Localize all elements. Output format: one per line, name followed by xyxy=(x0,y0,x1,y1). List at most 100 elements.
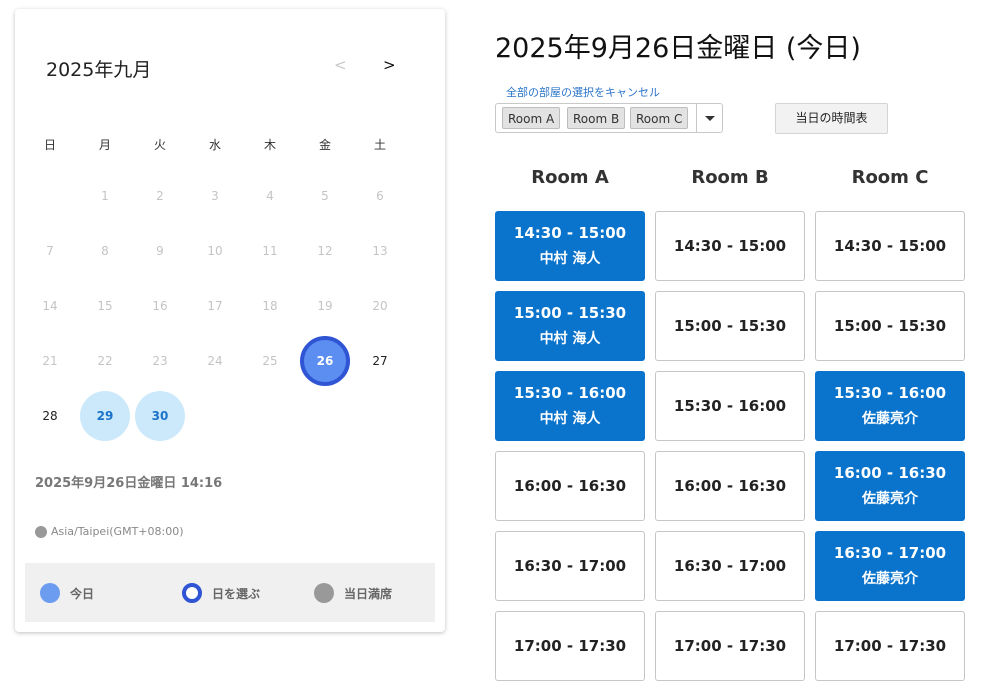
calendar-day-4: 4 xyxy=(266,189,274,203)
slot-time: 15:30 - 16:00 xyxy=(513,384,627,402)
time-slot[interactable]: 16:00 - 16:30 xyxy=(655,451,805,521)
slot-time: 17:00 - 17:30 xyxy=(833,637,947,655)
calendar-day-13: 13 xyxy=(372,244,388,258)
calendar-day-2: 2 xyxy=(156,189,164,203)
calendar-day-18: 18 xyxy=(262,299,278,313)
calendar-day-14: 14 xyxy=(42,299,58,313)
slot-time: 15:00 - 15:30 xyxy=(673,317,787,335)
time-slot[interactable]: 16:30 - 17:00 xyxy=(495,531,645,601)
slot-time: 16:30 - 17:00 xyxy=(673,557,787,575)
weekday-6: 土 xyxy=(373,138,386,152)
time-slot[interactable]: 16:00 - 16:30 xyxy=(495,451,645,521)
slot-time: 15:00 - 15:30 xyxy=(513,304,627,322)
prev-month-button[interactable]: < xyxy=(334,56,347,74)
calendar-day-26[interactable]: 26 xyxy=(300,336,350,386)
slot-time: 14:30 - 15:00 xyxy=(513,224,627,242)
room-header-1: Room B xyxy=(691,167,769,188)
calendar-day-16: 16 xyxy=(152,299,168,313)
slot-time: 16:30 - 17:00 xyxy=(833,544,947,562)
calendar-day-5: 5 xyxy=(321,189,329,203)
cancel-all-rooms-link[interactable]: 全部の部屋の選択をキャンセル xyxy=(506,84,660,100)
booked-slot[interactable]: 15:30 - 16:00 中村 海人 xyxy=(495,371,645,441)
weekday-0: 日 xyxy=(43,138,56,152)
calendar-day-12: 12 xyxy=(317,244,333,258)
calendar-day-25: 25 xyxy=(262,354,278,368)
room-chip-b[interactable]: Room B xyxy=(567,107,626,129)
timezone-label: Asia/Taipei(GMT+08:00) xyxy=(35,525,184,538)
calendar-day-28[interactable]: 28 xyxy=(25,391,75,441)
weekday-4: 木 xyxy=(263,138,276,152)
calendar-day-11: 11 xyxy=(262,244,278,258)
slot-time: 17:00 - 17:30 xyxy=(673,637,787,655)
slot-time: 15:00 - 15:30 xyxy=(833,317,947,335)
weekday-5: 金 xyxy=(318,138,331,152)
time-slot[interactable]: 14:30 - 15:00 xyxy=(815,211,965,281)
legend-full: 当日満席 xyxy=(314,583,392,603)
calendar-day-22: 22 xyxy=(97,354,113,368)
booked-slot[interactable]: 15:00 - 15:30 中村 海人 xyxy=(495,291,645,361)
slot-time: 16:00 - 16:30 xyxy=(673,477,787,495)
calendar-day-29[interactable]: 29 xyxy=(80,391,130,441)
room-chip-c[interactable]: Room C xyxy=(630,107,689,129)
legend-today: 今日 xyxy=(40,583,94,603)
calendar-day-27[interactable]: 27 xyxy=(355,336,405,386)
calendar-day-15: 15 xyxy=(97,299,113,313)
room-chip-a[interactable]: Room A xyxy=(502,107,561,129)
booked-slot[interactable]: 14:30 - 15:00 中村 海人 xyxy=(495,211,645,281)
legend-today-label: 今日 xyxy=(70,586,95,601)
weekday-3: 水 xyxy=(208,138,221,152)
booked-slot[interactable]: 15:30 - 16:00 佐藤亮介 xyxy=(815,371,965,441)
today-schedule-button[interactable]: 当日の時間表 xyxy=(775,103,888,134)
calendar-day-6: 6 xyxy=(376,189,384,203)
calendar-day-20: 20 xyxy=(372,299,388,313)
slot-time: 17:00 - 17:30 xyxy=(513,637,627,655)
slot-booker: 中村 海人 xyxy=(539,331,601,347)
time-slot[interactable]: 15:00 - 15:30 xyxy=(815,291,965,361)
room-header-2: Room C xyxy=(851,167,929,188)
slot-time: 16:30 - 17:00 xyxy=(513,557,627,575)
legend-today-dot xyxy=(40,583,60,603)
room-multiselect[interactable]: Room A Room B Room C xyxy=(495,103,723,133)
slot-booker: 佐藤亮介 xyxy=(862,491,918,507)
page-title: 2025年9月26日金曜日 (今日) xyxy=(495,33,861,64)
slot-booker: 佐藤亮介 xyxy=(862,571,918,587)
time-slot[interactable]: 14:30 - 15:00 xyxy=(655,211,805,281)
calendar-day-21: 21 xyxy=(42,354,58,368)
slot-time: 16:00 - 16:30 xyxy=(833,464,947,482)
timezone-text: Asia/Taipei(GMT+08:00) xyxy=(51,525,184,538)
calendar-legend: 今日 日を選ぶ 当日満席 xyxy=(25,563,435,622)
legend-selected: 日を選ぶ xyxy=(182,583,260,603)
legend-full-dot xyxy=(314,583,334,603)
slot-time: 14:30 - 15:00 xyxy=(673,237,787,255)
calendar-day-1: 1 xyxy=(101,189,109,203)
legend-selected-dot xyxy=(182,583,202,603)
calendar-day-19: 19 xyxy=(317,299,333,313)
slot-booker: 佐藤亮介 xyxy=(862,411,918,427)
slot-booker: 中村 海人 xyxy=(539,251,601,267)
calendar-day-7: 7 xyxy=(46,244,54,258)
slot-time: 15:30 - 16:00 xyxy=(673,397,787,415)
time-slot[interactable]: 16:30 - 17:00 xyxy=(655,531,805,601)
calendar-day-23: 23 xyxy=(152,354,168,368)
chevron-down-icon[interactable] xyxy=(696,104,722,132)
slot-time: 14:30 - 15:00 xyxy=(833,237,947,255)
calendar-day-30[interactable]: 30 xyxy=(135,391,185,441)
current-datetime: 2025年9月26日金曜日 14:16 xyxy=(35,476,223,491)
next-month-button[interactable]: > xyxy=(383,56,396,74)
legend-full-label: 当日満席 xyxy=(344,586,393,601)
time-slot[interactable]: 15:30 - 16:00 xyxy=(655,371,805,441)
slot-time: 16:00 - 16:30 xyxy=(513,477,627,495)
calendar-day-10: 10 xyxy=(207,244,223,258)
calendar-card: 2025年九月 < > 日月火水木金土 1 2 3 4 5 6 7 8 9 10 11 12 13 14 1… xyxy=(15,9,445,632)
calendar-month-title: 2025年九月 xyxy=(46,59,152,81)
calendar-day-9: 9 xyxy=(156,244,164,258)
calendar-day-8: 8 xyxy=(101,244,109,258)
booked-slot[interactable]: 16:00 - 16:30 佐藤亮介 xyxy=(815,451,965,521)
booked-slot[interactable]: 16:30 - 17:00 佐藤亮介 xyxy=(815,531,965,601)
weekday-1: 月 xyxy=(98,138,111,152)
calendar-day-24: 24 xyxy=(207,354,223,368)
calendar-day-3: 3 xyxy=(211,189,219,203)
slot-time: 15:30 - 16:00 xyxy=(833,384,947,402)
weekday-2: 火 xyxy=(153,138,166,152)
time-slot[interactable]: 15:00 - 15:30 xyxy=(655,291,805,361)
